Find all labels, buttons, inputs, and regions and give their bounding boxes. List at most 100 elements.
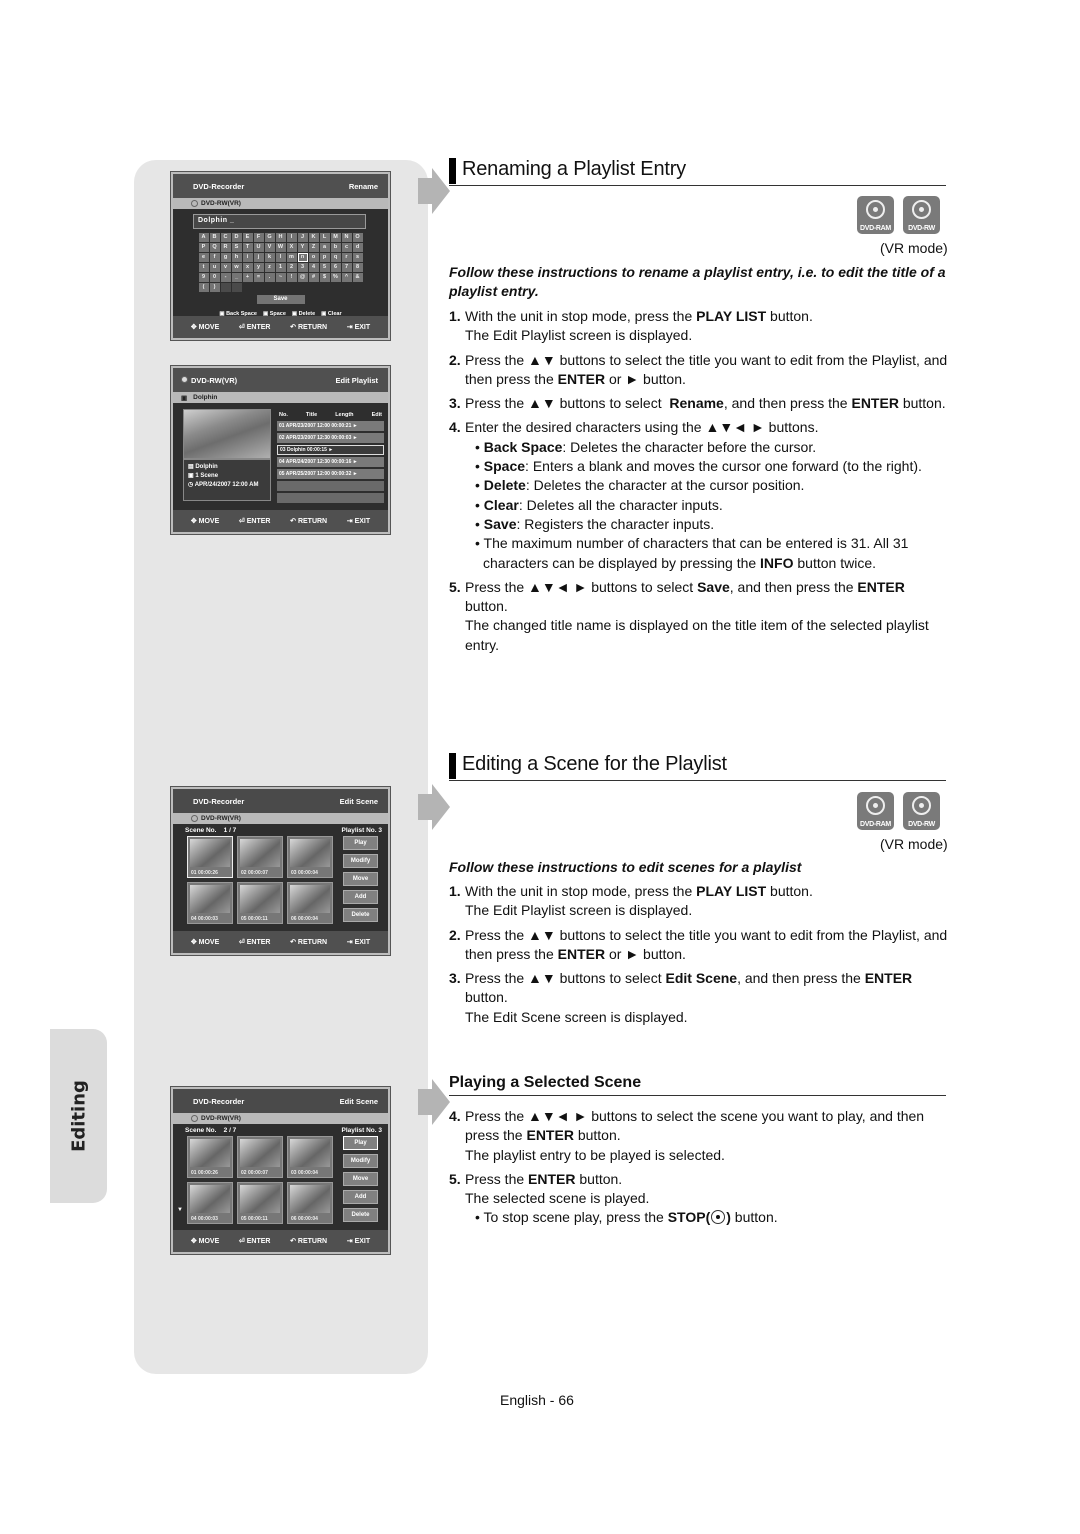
keyboard-key[interactable]: P bbox=[198, 243, 209, 252]
keyboard-key[interactable]: f bbox=[209, 253, 220, 262]
modify-button[interactable]: Modify bbox=[343, 854, 378, 868]
keyboard-key[interactable]: N bbox=[341, 233, 352, 242]
keyboard-key[interactable]: # bbox=[308, 273, 319, 282]
keyboard-key[interactable]: k bbox=[264, 253, 275, 262]
keyboard-key[interactable]: g bbox=[220, 253, 231, 262]
keyboard-key[interactable]: q bbox=[330, 253, 341, 262]
keyboard-key[interactable]: l bbox=[275, 253, 286, 262]
keyboard-key[interactable]: p bbox=[319, 253, 330, 262]
keyboard-key[interactable]: U bbox=[253, 243, 264, 252]
keyboard-key[interactable]: Q bbox=[209, 243, 220, 252]
keyboard-key[interactable]: - bbox=[220, 273, 231, 282]
keyboard-key[interactable]: Y bbox=[297, 243, 308, 252]
keyboard-key[interactable]: s bbox=[352, 253, 363, 262]
keyboard-key[interactable]: & bbox=[352, 273, 363, 282]
name-input[interactable]: Dolphin _ bbox=[193, 214, 366, 229]
keyboard-key[interactable]: ) bbox=[209, 283, 220, 292]
scroll-down-icon[interactable]: ▼ bbox=[177, 1207, 183, 1213]
keyboard-key[interactable]: O bbox=[352, 233, 363, 242]
keyboard-key[interactable]: c bbox=[341, 243, 352, 252]
delete-button[interactable]: Delete bbox=[343, 1208, 378, 1222]
keyboard-key[interactable]: w bbox=[231, 263, 242, 272]
keyboard-key[interactable]: + bbox=[242, 273, 253, 282]
keyboard-key[interactable]: ~ bbox=[275, 273, 286, 282]
keyboard-key[interactable]: L bbox=[319, 233, 330, 242]
keyboard-key[interactable]: Z bbox=[308, 243, 319, 252]
play-button[interactable]: Play bbox=[343, 1136, 378, 1150]
keyboard-key[interactable] bbox=[220, 283, 231, 292]
keyboard-key[interactable]: $ bbox=[319, 273, 330, 282]
move-button[interactable]: Move bbox=[343, 1172, 378, 1186]
keyboard-key[interactable]: a bbox=[319, 243, 330, 252]
keyboard-key[interactable]: 4 bbox=[308, 263, 319, 272]
keyboard-key[interactable]: X bbox=[286, 243, 297, 252]
keyboard-key[interactable]: K bbox=[308, 233, 319, 242]
keyboard-key[interactable]: 8 bbox=[352, 263, 363, 272]
keyboard-key[interactable]: y bbox=[253, 263, 264, 272]
keyboard-key[interactable]: I bbox=[286, 233, 297, 242]
keyboard-key[interactable]: r bbox=[341, 253, 352, 262]
playlist-row[interactable]: 04 APR/24/2007 12:30 00:00:16 ► bbox=[277, 457, 384, 467]
add-button[interactable]: Add bbox=[343, 890, 378, 904]
keyboard-key[interactable]: d bbox=[352, 243, 363, 252]
keyboard-key[interactable]: ^ bbox=[341, 273, 352, 282]
keyboard-key[interactable]: 2 bbox=[286, 263, 297, 272]
keyboard-key[interactable]: 9 bbox=[198, 273, 209, 282]
keyboard-key[interactable]: @ bbox=[297, 273, 308, 282]
keyboard-key[interactable]: 1 bbox=[275, 263, 286, 272]
playlist-row[interactable]: 03 Dolphin 00:00:15 ► bbox=[277, 445, 384, 455]
keyboard-key[interactable]: j bbox=[253, 253, 264, 262]
playlist-row[interactable]: 05 APR/25/2007 12:00 00:00:32 ► bbox=[277, 469, 384, 479]
keyboard-key[interactable]: A bbox=[198, 233, 209, 242]
keyboard-key[interactable]: x bbox=[242, 263, 253, 272]
keyboard-key[interactable]: R bbox=[220, 243, 231, 252]
keyboard-key[interactable]: J bbox=[297, 233, 308, 242]
keyboard-key[interactable]: ( bbox=[198, 283, 209, 292]
keyboard-key[interactable]: D bbox=[231, 233, 242, 242]
keyboard-key[interactable]: e bbox=[198, 253, 209, 262]
keyboard-key[interactable]: G bbox=[264, 233, 275, 242]
keyboard-key[interactable]: t bbox=[198, 263, 209, 272]
keyboard-key[interactable]: z bbox=[264, 263, 275, 272]
keyboard-key[interactable] bbox=[231, 283, 242, 292]
keyboard-key[interactable]: 6 bbox=[330, 263, 341, 272]
delete-button[interactable]: Delete bbox=[343, 908, 378, 922]
keyboard-key[interactable]: h bbox=[231, 253, 242, 262]
playlist-row[interactable]: 02 APR/23/2007 12:30 00:00:03 ► bbox=[277, 433, 384, 443]
keyboard-key[interactable]: m bbox=[286, 253, 297, 262]
keyboard-key[interactable]: V bbox=[264, 243, 275, 252]
scene-thumbnail[interactable]: 03 00:00:04 bbox=[287, 1136, 333, 1178]
scene-thumbnail[interactable]: 01 00:00:26 bbox=[187, 836, 233, 878]
keyboard-key[interactable]: B bbox=[209, 233, 220, 242]
keyboard-key[interactable]: W bbox=[275, 243, 286, 252]
scene-thumbnail[interactable]: 02 00:00:07 bbox=[237, 1136, 283, 1178]
move-button[interactable]: Move bbox=[343, 872, 378, 886]
modify-button[interactable]: Modify bbox=[343, 1154, 378, 1168]
keyboard-key[interactable]: n bbox=[297, 253, 308, 262]
playlist-row[interactable]: 01 APR/23/2007 12:00 00:00:21 ► bbox=[277, 421, 384, 431]
keyboard-key[interactable]: b bbox=[330, 243, 341, 252]
scene-thumbnail[interactable]: 04 00:00:03 bbox=[187, 882, 233, 924]
keyboard-key[interactable]: 7 bbox=[341, 263, 352, 272]
keyboard-key[interactable]: . bbox=[264, 273, 275, 282]
keyboard-key[interactable]: F bbox=[253, 233, 264, 242]
scene-thumbnail[interactable]: 01 00:00:26 bbox=[187, 1136, 233, 1178]
scene-thumbnail[interactable]: 02 00:00:07 bbox=[237, 836, 283, 878]
keyboard-key[interactable]: H bbox=[275, 233, 286, 242]
keyboard-key[interactable]: _ bbox=[231, 273, 242, 282]
keyboard-key[interactable]: C bbox=[220, 233, 231, 242]
keyboard-key[interactable]: o bbox=[308, 253, 319, 262]
keyboard-key[interactable]: % bbox=[330, 273, 341, 282]
keyboard-key[interactable]: 5 bbox=[319, 263, 330, 272]
keyboard-key[interactable]: 3 bbox=[297, 263, 308, 272]
scene-thumbnail[interactable]: 04 00:00:03 bbox=[187, 1182, 233, 1224]
play-button[interactable]: Play bbox=[343, 836, 378, 850]
keyboard-key[interactable]: 0 bbox=[209, 273, 220, 282]
keyboard-key[interactable]: M bbox=[330, 233, 341, 242]
keyboard-key[interactable]: i bbox=[242, 253, 253, 262]
keyboard-key[interactable]: v bbox=[220, 263, 231, 272]
scene-thumbnail[interactable]: 05 00:00:11 bbox=[237, 882, 283, 924]
add-button[interactable]: Add bbox=[343, 1190, 378, 1204]
keyboard-key[interactable]: = bbox=[253, 273, 264, 282]
keyboard-key[interactable]: S bbox=[231, 243, 242, 252]
